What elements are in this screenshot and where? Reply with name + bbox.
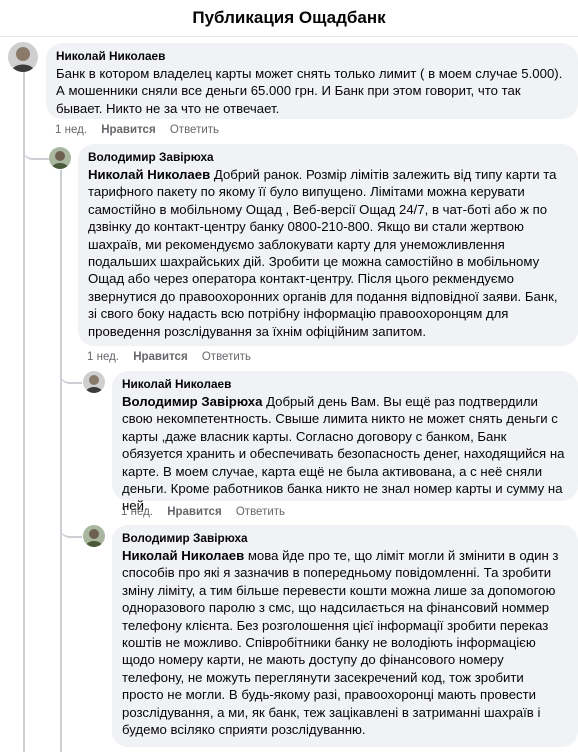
comment-body: мова йде про те, що ліміт могли й змінит… (122, 548, 559, 738)
comment-actions: 1 нед. Нравится Ответить (121, 506, 296, 518)
comment-mention[interactable]: Володимир Завірюха (122, 394, 262, 409)
thread-line (23, 72, 25, 752)
page-title: Публикация Ощадбанк (0, 0, 578, 37)
reply-button[interactable]: Ответить (170, 124, 219, 136)
avatar[interactable] (83, 371, 105, 393)
comment-author[interactable]: Николай Николаев (122, 377, 568, 392)
like-button[interactable]: Нравится (101, 124, 155, 136)
avatar[interactable] (49, 147, 71, 169)
thread-connector (23, 140, 49, 160)
thread-connector (60, 364, 82, 384)
comment-bubble: Николай Николаев Банк в котором владелец… (46, 43, 578, 119)
comment-bubble: Николай Николаев Володимир Завірюха Добр… (112, 371, 578, 513)
comment-text: Николай Николаев мова йде про те, що лім… (122, 547, 568, 738)
user-photo-icon (8, 42, 38, 72)
user-photo-icon (49, 147, 71, 169)
avatar[interactable] (83, 525, 105, 547)
reply-button[interactable]: Ответить (202, 351, 251, 363)
comment-mention[interactable]: Николай Николаев (122, 548, 244, 563)
comment-author[interactable]: Володимир Завірюха (88, 150, 568, 165)
comment-actions: 1 нед. Нравится Ответить (55, 124, 230, 136)
like-button[interactable]: Нравится (133, 351, 187, 363)
comment-body: Добрый день Вам. Вы ещё раз подтвердили … (122, 394, 565, 514)
user-photo-icon (83, 525, 105, 547)
comment-time[interactable]: 1 нед. (55, 124, 87, 136)
thread-connector (60, 518, 82, 538)
comment-actions: 1 нед. Нравится Ответить (87, 351, 262, 363)
comment-mention[interactable]: Николай Николаев (88, 167, 210, 182)
comment-text: Володимир Завірюха Добрый день Вам. Вы е… (122, 393, 568, 515)
thread-line (60, 170, 62, 752)
comment-bubble: Володимир Завірюха Николай Николаев Добр… (78, 144, 578, 346)
user-photo-icon (83, 371, 105, 393)
comment-author[interactable]: Николай Николаев (56, 49, 568, 64)
comment-time[interactable]: 1 нед. (87, 351, 119, 363)
comment-author[interactable]: Володимир Завірюха (122, 531, 568, 546)
reply-button[interactable]: Ответить (236, 506, 285, 518)
comment-text: Банк в котором владелец карты может снят… (56, 65, 568, 117)
comment-text: Николай Николаев Добрий ранок. Розмір лі… (88, 166, 568, 340)
comment-bubble: Володимир Завірюха Николай Николаев мова… (112, 525, 578, 747)
comment-body: Добрий ранок. Розмір лімітів залежить ві… (88, 167, 558, 339)
comment-time[interactable]: 1 нед. (121, 506, 153, 518)
like-button[interactable]: Нравится (167, 506, 221, 518)
avatar[interactable] (8, 42, 38, 72)
comment-body: Банк в котором владелец карты может снят… (56, 66, 563, 116)
